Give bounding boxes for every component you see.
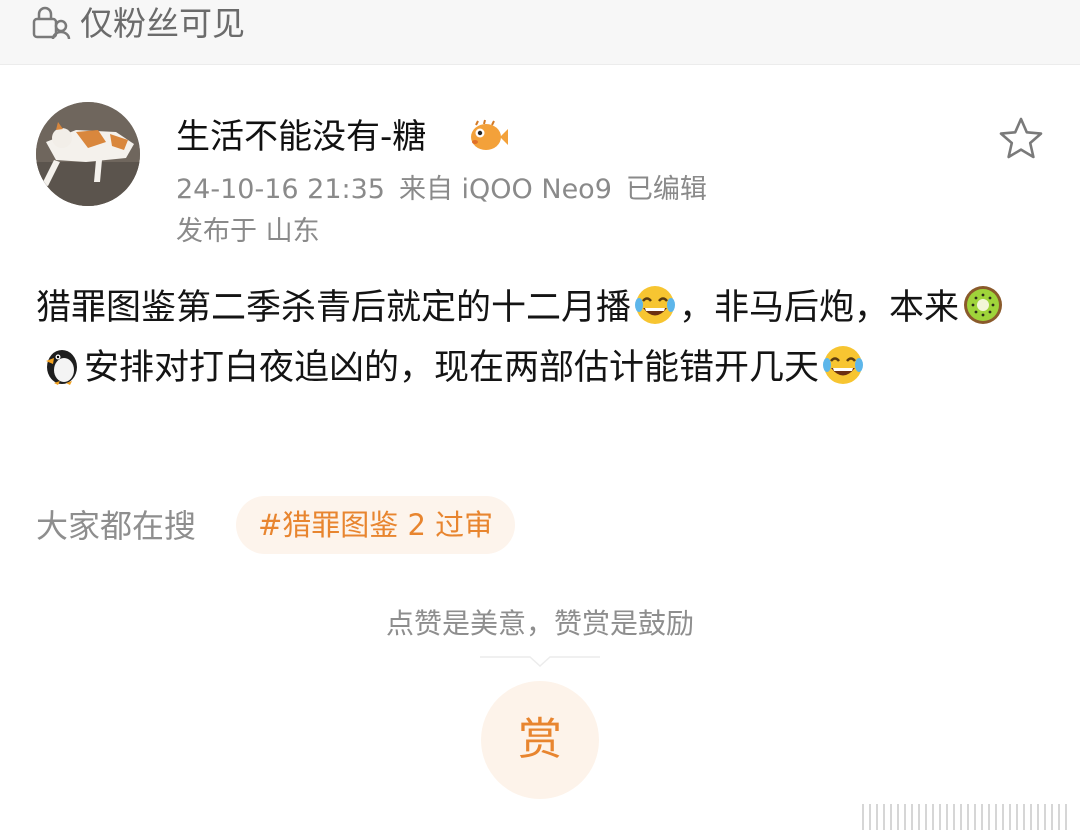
visibility-label: 仅粉丝可见 xyxy=(80,4,245,43)
penguin-emoji xyxy=(46,350,77,385)
post-text-part1: 猎罪图鉴第二季杀青后就定的十二月播 xyxy=(36,288,632,328)
lock-user-icon xyxy=(32,6,71,40)
cat-avatar xyxy=(36,102,140,206)
post-text-part3: 安排对打白夜追凶的，现在两部估计能错开几天 xyxy=(84,348,820,388)
pufferfish-icon xyxy=(471,119,508,150)
post-text: 猎罪图鉴第二季杀青后就定的十二月播 ，非马后炮，本来 安排对打白夜追凶的，现在两… xyxy=(36,278,1046,398)
author-username[interactable]: 生活不能没有-糖 xyxy=(176,114,426,160)
edited-label[interactable]: 已编辑 xyxy=(626,174,707,205)
trending-label: 大家都在搜 xyxy=(36,507,197,545)
avatar[interactable] xyxy=(36,102,140,206)
reward-caption: 点赞是美意，赞赏是鼓励 xyxy=(385,607,694,640)
post-meta: 24-10-16 21:35 来自 iQOO Neo9 已编辑 xyxy=(176,170,707,210)
reward-button[interactable]: 赏 xyxy=(481,681,599,799)
post-source[interactable]: 来自 iQOO Neo9 xyxy=(399,174,612,205)
star-icon[interactable] xyxy=(998,116,1044,160)
visibility-header: 仅粉丝可见 xyxy=(0,0,1080,65)
laugh-cry-emoji xyxy=(635,286,676,324)
laugh-cry-emoji xyxy=(823,346,864,384)
post-timestamp: 24-10-16 21:35 xyxy=(176,174,385,205)
kiwi-emoji xyxy=(964,286,1003,324)
post-text-part2: ，非马后炮，本来 xyxy=(679,288,960,328)
reward-divider xyxy=(480,656,600,668)
watermark-stripes xyxy=(862,804,1067,830)
trending-hashtag[interactable]: #猎罪图鉴 2 过审 xyxy=(236,496,516,554)
post-location: 发布于 山东 xyxy=(176,216,320,247)
